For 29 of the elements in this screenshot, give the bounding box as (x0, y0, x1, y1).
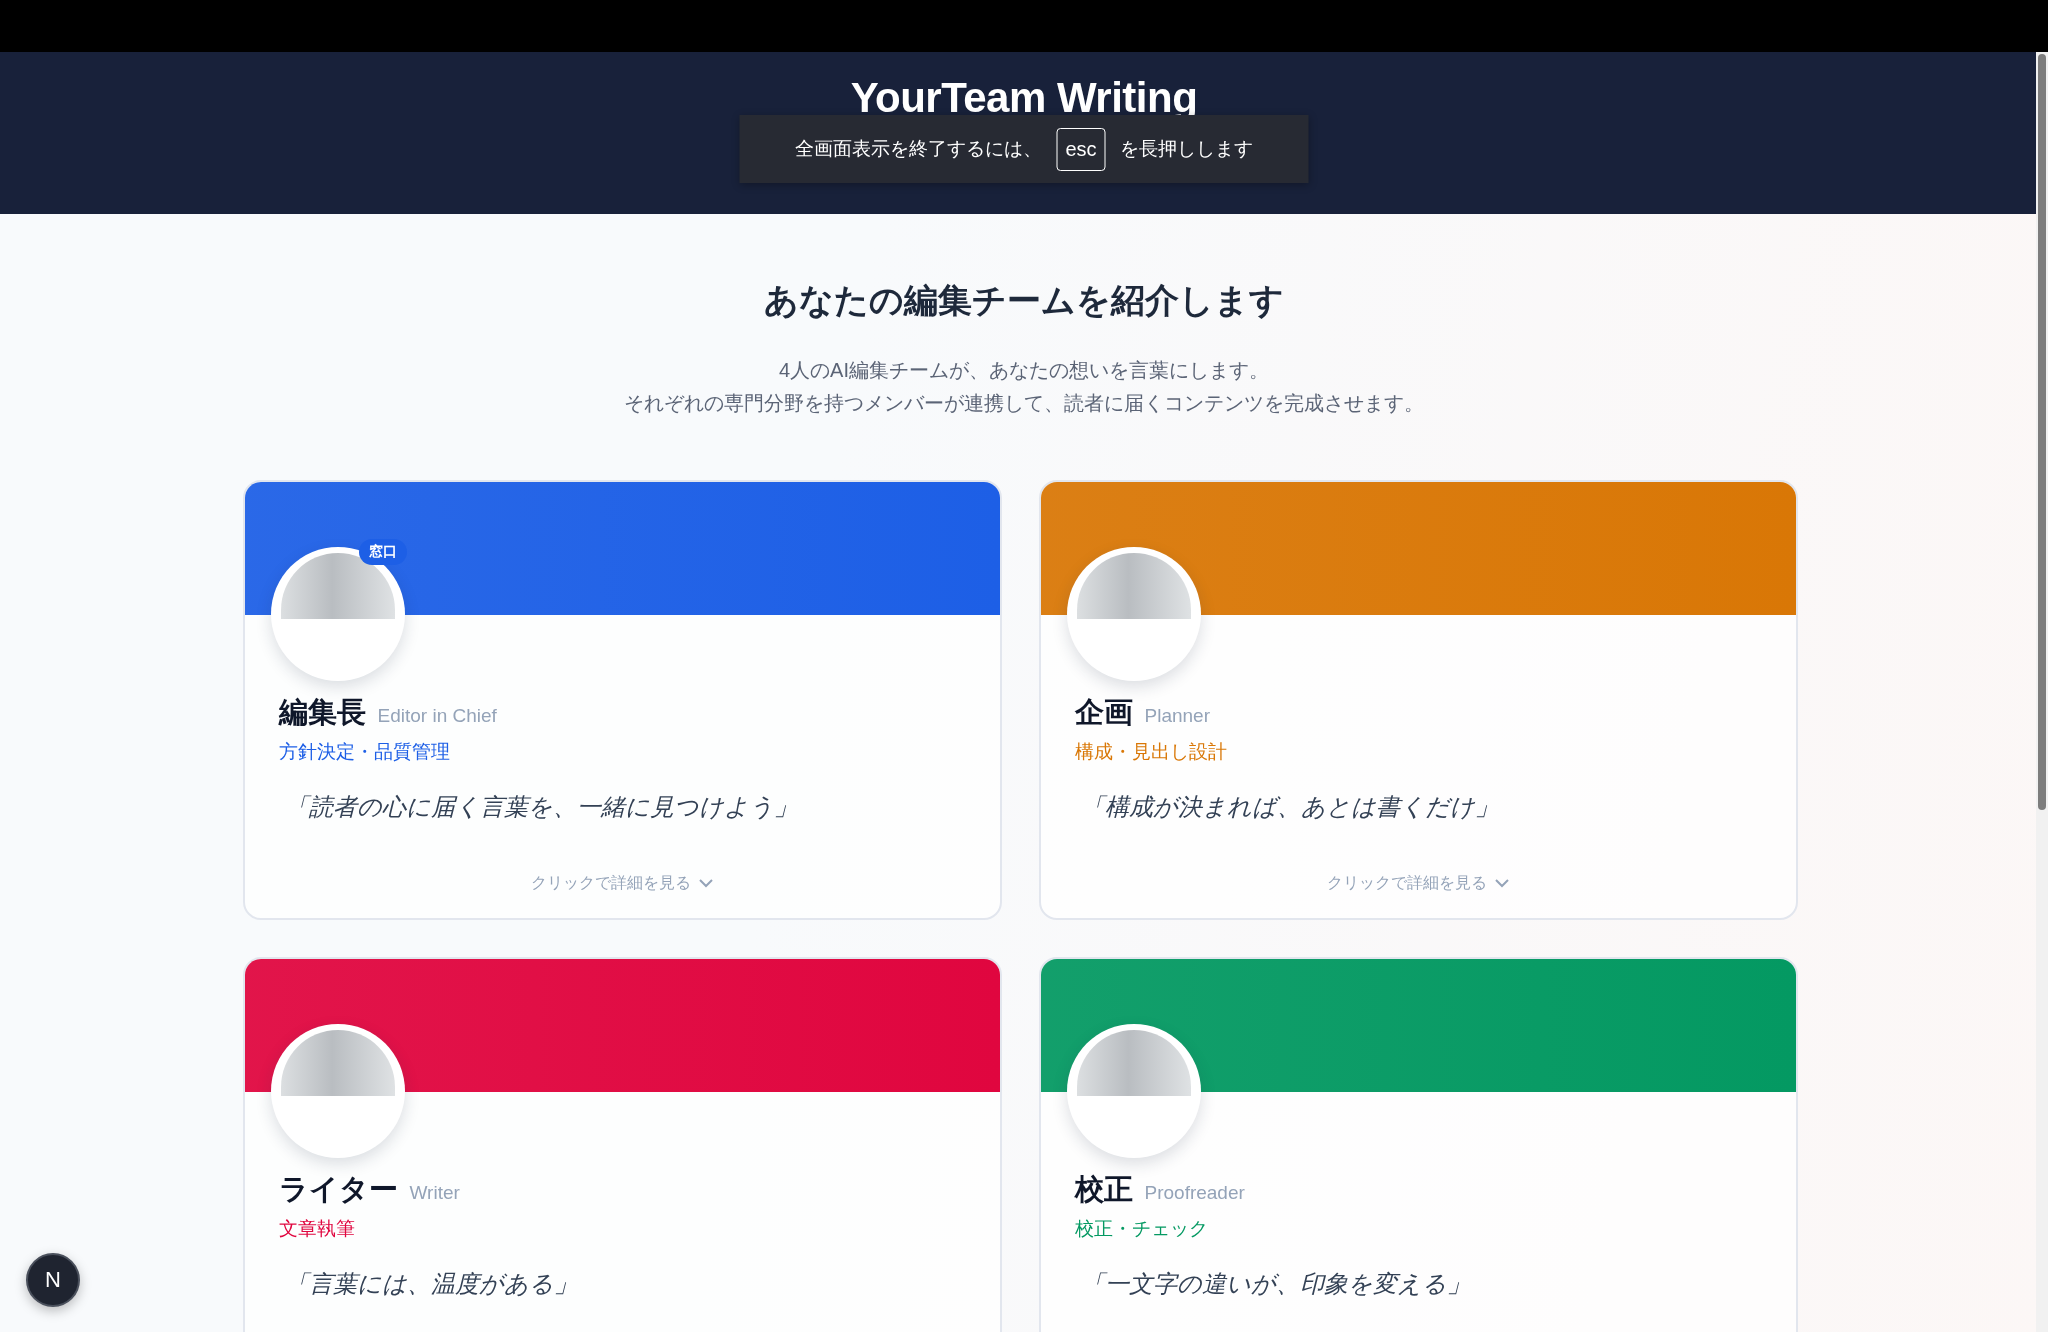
member-role: 文章執筆 (278, 1217, 356, 1241)
member-role: 方針決定・品質管理 (278, 740, 451, 764)
member-card[interactable]: 窓口 編集長 Editor in Chief 方針決定・品質管理 「読者の心に届く言葉を、一緒に見つけよう」 クリックで詳細を見る (242, 480, 1002, 920)
notice-text: 全画面表示を終了するには、 (795, 137, 1043, 161)
member-english-title: Writer (409, 1182, 460, 1204)
member-name: 編集長 (278, 695, 366, 730)
member-name: ライター (278, 1172, 398, 1207)
member-english-title: Proofreader (1144, 1182, 1245, 1204)
section-heading: あなたの編集チームを紹介します (763, 280, 1285, 321)
member-quote: 「構成が決まれば、あとは書くだけ」 (1080, 792, 1500, 822)
member-english-title: Editor in Chief (377, 705, 497, 727)
esc-key: esc (1056, 127, 1106, 171)
member-quote: 「読者の心に届く言葉を、一緒に見つけよう」 (284, 792, 799, 822)
member-english-title: Planner (1144, 705, 1210, 727)
member-card[interactable]: ライター Writer 文章執筆 「言葉には、温度がある」 (242, 957, 1002, 1332)
member-name: 校正 (1074, 1172, 1133, 1207)
notice-text: を長押しします (1119, 137, 1253, 161)
site-title: YourTeam Writing (849, 73, 1199, 122)
member-quote: 「一文字の違いが、印象を変える」 (1080, 1269, 1472, 1299)
member-card[interactable]: 校正 Proofreader 校正・チェック 「一文字の違いが、印象を変える」 (1038, 957, 1798, 1332)
intro-text: 4人のAI編集チームが、あなたの想いを言葉にします。 (778, 358, 1270, 383)
member-name: 企画 (1074, 695, 1133, 730)
dev-tools-button[interactable]: N (26, 1253, 80, 1307)
member-role: 構成・見出し設計 (1074, 740, 1228, 764)
member-role: 校正・チェック (1074, 1217, 1209, 1241)
member-card[interactable]: 企画 Planner 構成・見出し設計 「構成が決まれば、あとは書くだけ」 クリックで詳細を見る (1038, 480, 1798, 920)
intro-text: それぞれの専門分野を持つメンバーが連携して、読者に届くコンテンツを完成させます。 (623, 391, 1425, 416)
contact-badge: 窓口 (358, 539, 407, 565)
member-quote: 「言葉には、温度がある」 (284, 1269, 579, 1299)
